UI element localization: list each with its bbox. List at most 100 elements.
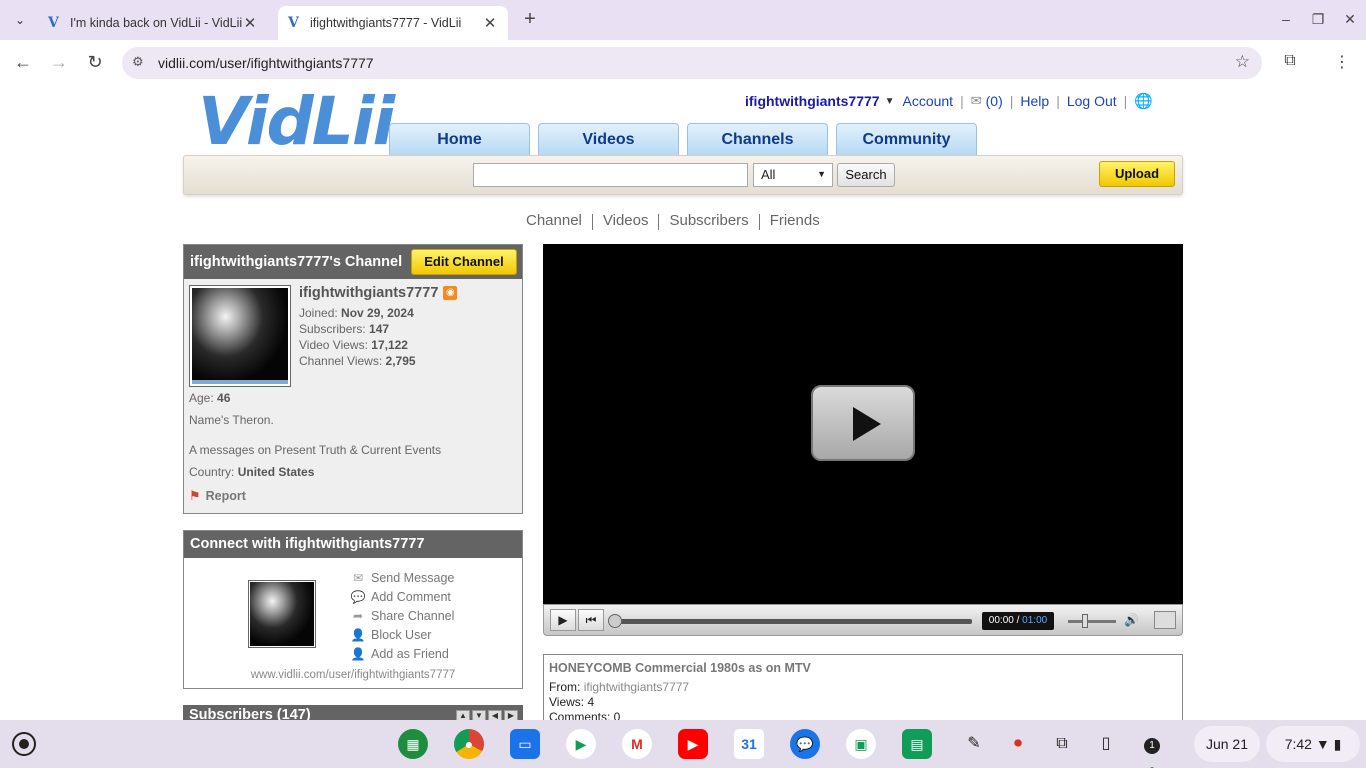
channel-name-text: ifightwithgiants7777 [299,285,439,301]
video-title[interactable]: HONEYCOMB Commercial 1980s as on MTV [549,661,1177,675]
close-icon[interactable]: ✕ [482,14,498,32]
prev-icon[interactable]: ◀ [488,710,502,720]
search-filter-select[interactable]: All ▼ [753,163,833,187]
fullscreen-icon[interactable] [1154,611,1176,629]
volume-handle[interactable] [1082,614,1088,628]
address-bar[interactable]: ⚙ vidlii.com/user/ifightwithgiants7777 ☆ [122,47,1262,79]
logout-link[interactable]: Log Out [1067,93,1117,109]
maximize-icon[interactable]: ❐ [1306,8,1330,32]
separator: | [1056,93,1060,109]
nav-community[interactable]: Community [836,123,977,155]
speaker-icon[interactable]: 🔊 [1124,613,1139,627]
channel-info-box: ifightwithgiants7777's Channel Edit Chan… [183,244,523,514]
separator: | [1009,93,1014,109]
files-icon[interactable]: ▭ [510,729,540,759]
channel-avatar[interactable] [189,285,291,387]
globe-icon[interactable]: 🌐 [1134,92,1153,110]
country-info: Country: United States [189,465,315,479]
username-link[interactable]: ifightwithgiants7777 [745,93,880,109]
reload-icon[interactable]: ↻ [82,50,108,76]
edit-channel-button[interactable]: Edit Channel [411,249,517,275]
subnav-friends[interactable]: Friends [760,212,830,230]
user-icon: 👤 [350,627,366,642]
gmail-icon[interactable]: M [622,729,652,759]
screen-record-icon[interactable]: ⏺ [1006,732,1030,756]
bookmark-star-icon[interactable]: ☆ [1235,52,1250,72]
subnav-videos[interactable]: Videos [593,212,659,230]
seek-handle[interactable] [608,614,622,628]
big-play-icon[interactable] [811,385,915,461]
status-tray[interactable]: 7:42 ▼ ▮ [1266,726,1360,762]
report-link[interactable]: ⚑ Report [189,488,246,504]
next-icon[interactable]: ▶ [504,710,518,720]
nav-videos[interactable]: Videos [538,123,679,155]
account-link[interactable]: Account [902,93,953,109]
minimize-icon[interactable]: – [1274,8,1298,32]
search-button[interactable]: Search [837,163,895,187]
block-user-action[interactable]: 👤 Block User [350,625,454,644]
search-input[interactable] [473,163,748,187]
play-icon[interactable]: ▶ [550,609,576,631]
connect-box-header: Connect with ifightwithgiants7777 [184,531,522,558]
connect-avatar[interactable] [248,580,316,648]
date-pill[interactable]: Jun 21 [1194,726,1260,762]
subnav-subscribers[interactable]: Subscribers [659,212,758,230]
tab-title: ifightwithgiants7777 - VidLii [310,16,462,30]
nav-channels[interactable]: Channels [687,123,828,155]
subscribers-pager: ▲ ▼ ◀ ▶ [456,710,518,720]
browser-tab-2[interactable]: V ifightwithgiants7777 - VidLii ✕ [278,6,508,40]
vidlii-logo[interactable]: VidLii [198,86,395,158]
close-window-icon[interactable]: ✕ [1338,8,1362,32]
browser-tab-1[interactable]: V I'm kinda back on VidLii - VidLii ✕ [38,6,268,40]
close-icon[interactable]: ✕ [242,14,258,32]
pen-icon[interactable]: ✎ [962,732,986,756]
calendar-icon[interactable]: 31 [734,729,764,759]
add-comment-action[interactable]: 💬 Add Comment [350,587,454,606]
caret-down-icon[interactable]: ▼ [885,96,895,107]
help-link[interactable]: Help [1020,93,1049,109]
phone-hub-icon[interactable]: ▯ [1094,732,1118,756]
description-text: A messages on Present Truth & Current Ev… [189,443,442,457]
messages-icon[interactable]: 💬 [790,729,820,759]
screenshot-icon[interactable]: ⧉ [1050,732,1074,756]
share-channel-action[interactable]: ➦ Share Channel [350,606,454,625]
video-comments: Comments: 0 [549,710,621,720]
channel-box-header: ifightwithgiants7777's Channel Edit Chan… [184,245,522,279]
chrome-icon[interactable]: ● [454,729,484,759]
site-info-icon[interactable]: ⚙ [132,54,144,70]
volume-slider[interactable] [1068,614,1116,628]
launcher-icon[interactable] [12,732,36,756]
send-message-action[interactable]: ✉ Send Message [350,568,454,587]
battery-icon: ▮ [1333,736,1342,752]
vidlii-favicon-icon: V [288,15,299,31]
subnav-channel[interactable]: Channel [516,212,592,230]
menu-kebab-icon[interactable]: ⋮ [1330,52,1354,76]
scroll-up-icon[interactable]: ▲ [456,710,470,720]
share-arrow-icon: ➦ [352,608,364,623]
forward-icon[interactable]: → [46,50,72,76]
skip-back-icon[interactable]: ⏮ [578,609,604,631]
channel-url: www.vidlii.com/user/ifightwithgiants7777 [250,669,456,681]
tab-search-chevron-icon[interactable]: ⌄ [8,8,32,32]
separator: | [960,93,964,109]
scroll-down-icon[interactable]: ▼ [472,710,486,720]
notification-icon[interactable]: 1 ● [1140,732,1164,768]
classroom-icon[interactable]: ▤ [902,729,932,759]
messages-link[interactable]: (0) [986,93,1003,109]
envelope-icon[interactable]: ✉ [971,93,982,109]
nav-home[interactable]: Home [389,123,530,155]
back-icon[interactable]: ← [10,50,36,76]
video-author-link[interactable]: ifightwithgiants7777 [584,680,689,694]
user-bar: ifightwithgiants7777 ▼ Account | ✉ (0) |… [745,92,1153,110]
app-grid-icon[interactable]: ▦ [398,729,428,759]
seek-bar[interactable] [608,614,972,628]
new-tab-icon[interactable]: + [518,8,542,32]
video-player[interactable] [543,244,1183,604]
youtube-icon[interactable]: ▶ [678,729,708,759]
upload-button[interactable]: Upload [1099,161,1175,187]
extensions-icon[interactable]: ⧉ [1278,52,1302,76]
play-store-icon[interactable]: ▶ [566,729,596,759]
add-friend-action[interactable]: 👤 Add as Friend [350,644,454,663]
rss-icon[interactable]: ◉ [443,286,458,300]
meet-icon[interactable]: ▣ [846,729,876,759]
